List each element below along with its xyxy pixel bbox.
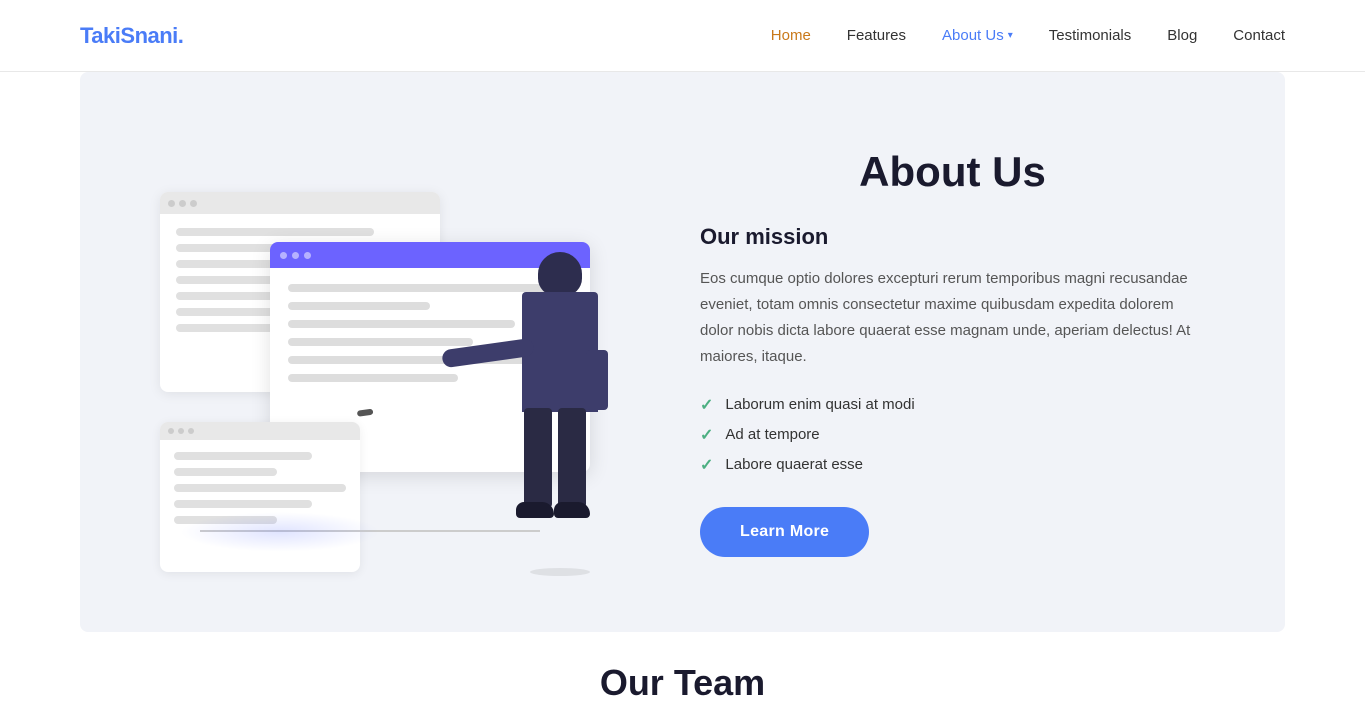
header: TakiSnani. Home Features About Us ▾ Test… [0,0,1365,72]
nav-testimonials[interactable]: Testimonials [1049,27,1132,44]
checklist-item-2: ✓ Ad at tempore [700,425,1205,445]
logo-text: TakiSnani [80,23,178,48]
person-leg-left [524,408,552,508]
nav-features[interactable]: Features [847,27,906,44]
illustration-area [140,132,660,572]
checklist-item-3: ✓ Labore quaerat esse [700,455,1205,475]
person-shoe-right [554,502,590,518]
nav-about-us[interactable]: About Us ▾ [942,27,1013,44]
person-leg-right [558,408,586,508]
logo[interactable]: TakiSnani. [80,23,183,49]
nav-home[interactable]: Home [771,27,811,44]
checklist-item-1-label: Laborum enim quasi at modi [725,396,914,413]
checklist-item-1: ✓ Laborum enim quasi at modi [700,395,1205,415]
nav-contact[interactable]: Contact [1233,27,1285,44]
main-nav: Home Features About Us ▾ Testimonials Bl… [771,27,1285,44]
check-icon-3: ✓ [700,455,713,475]
mission-text: Eos cumque optio dolores excepturi rerum… [700,266,1205,371]
person-body [522,292,598,412]
person-shoe-left [516,502,554,518]
our-team-section-title: Our Team [0,632,1365,714]
nav-about-us-label: About Us [942,27,1004,44]
person-head [538,252,582,296]
nav-blog[interactable]: Blog [1167,27,1197,44]
check-icon-2: ✓ [700,425,713,445]
mission-title: Our mission [700,224,1205,250]
person-arm-right [586,350,608,410]
about-content: About Us Our mission Eos cumque optio do… [660,148,1205,557]
checklist: ✓ Laborum enim quasi at modi ✓ Ad at tem… [700,395,1205,475]
checklist-item-3-label: Labore quaerat esse [725,456,863,473]
logo-accent: . [178,23,184,48]
checklist-item-2-label: Ad at tempore [725,426,819,443]
about-title: About Us [700,148,1205,196]
about-section: About Us Our mission Eos cumque optio do… [80,72,1285,632]
chevron-down-icon: ▾ [1008,30,1013,41]
glow-effect [180,512,380,552]
person-shadow [530,568,590,576]
person-illustration [510,252,610,572]
learn-more-button[interactable]: Learn More [700,507,869,557]
check-icon-1: ✓ [700,395,713,415]
